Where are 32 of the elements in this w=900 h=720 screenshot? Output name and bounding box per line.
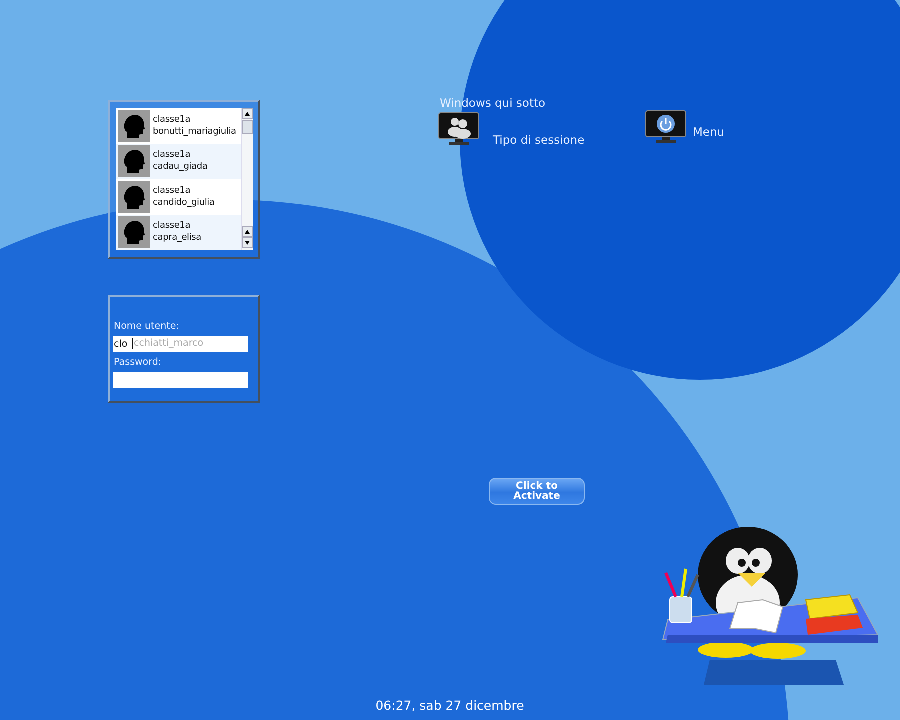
- scroll-up-icon[interactable]: [242, 108, 253, 119]
- user-silhouette-icon: [118, 145, 150, 178]
- menu-label[interactable]: Menu: [693, 125, 725, 139]
- user-list-item[interactable]: classe1a candido_giulia: [116, 179, 241, 214]
- user-silhouette-icon: [118, 110, 150, 142]
- user-list-item[interactable]: classe1a capra_elisa: [116, 214, 241, 250]
- user-list-item[interactable]: classe1a bonutti_mariagiulia: [116, 108, 241, 144]
- user-name: bonutti_mariagiulia: [153, 126, 236, 138]
- session-type-label[interactable]: Tipo di sessione: [493, 133, 585, 147]
- username-label: Nome utente:: [114, 321, 180, 332]
- scrollbar[interactable]: [241, 108, 253, 250]
- user-list-item[interactable]: classe1a cadau_giada: [116, 144, 241, 179]
- user-silhouette-icon: [118, 216, 150, 248]
- user-name: candido_giulia: [153, 196, 215, 209]
- user-group: classe1a: [153, 114, 236, 126]
- user-group: classe1a: [153, 184, 215, 197]
- password-label: Password:: [114, 357, 162, 368]
- password-field[interactable]: [113, 372, 248, 388]
- scroll-down-icon[interactable]: [242, 237, 253, 248]
- user-name: capra_elisa: [153, 232, 202, 244]
- clock-text: 06:27, sab 27 dicembre: [374, 698, 526, 713]
- scroll-up-icon[interactable]: [242, 226, 253, 237]
- activate-button[interactable]: Click to Activate: [489, 478, 585, 505]
- session-users-icon[interactable]: [438, 112, 480, 146]
- power-icon[interactable]: [645, 110, 687, 144]
- user-group: classe1a: [153, 220, 202, 232]
- autocomplete-suggestion: cchiatti_marco: [132, 338, 204, 349]
- scrollbar-thumb[interactable]: [242, 120, 253, 134]
- session-heading: Windows qui sotto: [440, 96, 546, 110]
- user-group: classe1a: [153, 149, 208, 162]
- user-silhouette-icon: [118, 180, 150, 213]
- user-name: cadau_giada: [153, 161, 208, 174]
